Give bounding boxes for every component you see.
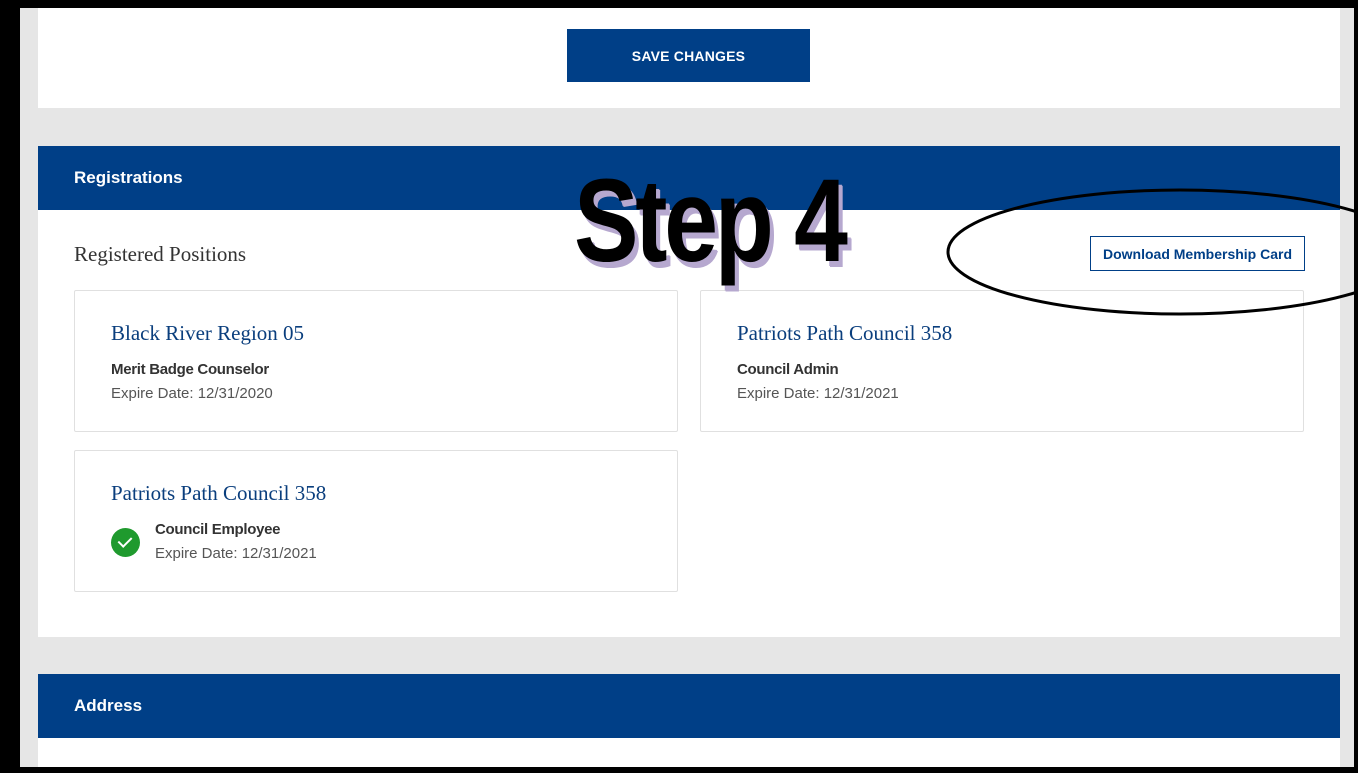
position-expire-date: Expire Date: 12/31/2021 — [737, 385, 899, 402]
registered-positions-title: Registered Positions — [74, 242, 247, 266]
screenshot-frame: SAVE CHANGES Registrations Registered Po… — [0, 0, 1358, 773]
top-panel: SAVE CHANGES — [38, 8, 1340, 108]
position-expire-date: Expire Date: 12/31/2021 — [155, 545, 317, 562]
position-card-title[interactable]: Black River Region 05 — [111, 321, 304, 346]
page-content: SAVE CHANGES Registrations Registered Po… — [20, 8, 1354, 767]
position-card: Black River Region 05 Merit Badge Counse… — [74, 290, 678, 432]
check-circle-icon — [111, 528, 140, 557]
position-role: Council Employee — [155, 521, 281, 538]
position-expire-date: Expire Date: 12/31/2020 — [111, 385, 273, 402]
address-header: Address — [38, 674, 1340, 738]
position-card-title[interactable]: Patriots Path Council 358 — [737, 321, 952, 346]
position-card-title[interactable]: Patriots Path Council 358 — [111, 481, 326, 506]
highlight-ellipse-annotation — [946, 188, 1358, 316]
save-changes-button[interactable]: SAVE CHANGES — [567, 29, 810, 82]
position-card: Patriots Path Council 358 Council Employ… — [74, 450, 678, 592]
step-annotation-label: Step 4 — [574, 155, 848, 287]
position-role: Council Admin — [737, 361, 839, 378]
position-role: Merit Badge Counselor — [111, 361, 269, 378]
address-panel — [38, 738, 1340, 767]
